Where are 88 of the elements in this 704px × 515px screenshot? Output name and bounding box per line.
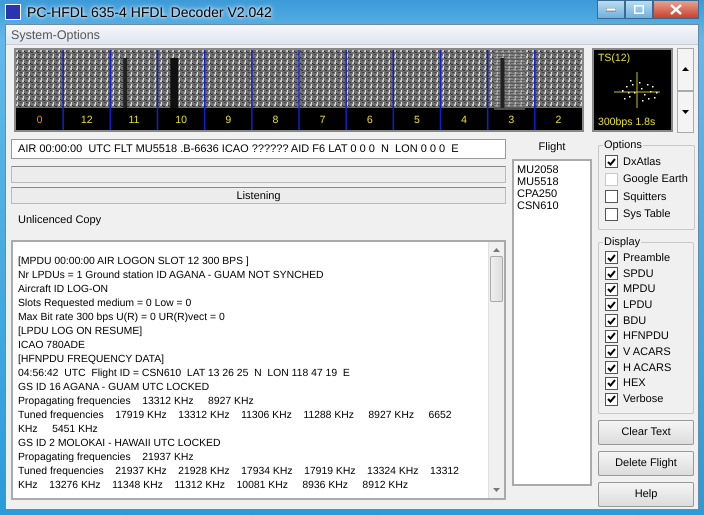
- action-button[interactable]: Delete Flight: [598, 450, 694, 476]
- checkbox-label: Preamble: [623, 252, 670, 264]
- up-arrow-icon: [493, 248, 500, 252]
- flight-heading: Flight: [538, 141, 566, 153]
- check-icon: [607, 158, 616, 166]
- log-line: ICAO 780ADE: [18, 339, 86, 353]
- scope-footer: 300bps 1.8s: [598, 116, 656, 128]
- close-button[interactable]: [653, 0, 699, 19]
- log-line: GS ID 2 MOLOKAI - HAWAII UTC LOCKED: [18, 437, 222, 451]
- menu-item[interactable]: System-Options: [11, 28, 100, 42]
- log-line: [MPDU 00:00:00 AIR LOGON SLOT 12 300 BPS ]: [18, 255, 250, 269]
- minimize-icon: [606, 8, 616, 12]
- slot-number: 0: [36, 114, 42, 126]
- checkbox-label: BDU: [623, 314, 646, 327]
- action-button[interactable]: Clear Text: [598, 420, 694, 445]
- flight-item[interactable]: CSN610: [517, 200, 587, 212]
- checkbox-label: SPDU: [623, 268, 654, 280]
- group-title: Display: [603, 236, 642, 248]
- log-line: [HFNPDU FREQUENCY DATA]: [18, 353, 166, 367]
- action-button[interactable]: Help: [598, 482, 694, 507]
- group-title: Options: [603, 139, 643, 151]
- log-line: Propagating frequencies 13312 KHz 8927 KHz: [18, 395, 255, 409]
- checkbox[interactable]: [605, 267, 618, 280]
- checkbox[interactable]: [605, 376, 618, 390]
- message-field[interactable]: AIR 00:00:00 UTC FLT MU5518 .B-6636 ICAO ?????? AID F6 LAT 0 0 0 N LON 0 0 0 E: [11, 139, 506, 159]
- checkbox[interactable]: [605, 251, 618, 264]
- close-icon: [670, 4, 682, 15]
- checkbox[interactable]: [605, 208, 618, 221]
- checkbox-label: DxAtlas: [623, 156, 661, 168]
- scrollbar-thumb[interactable]: [490, 256, 503, 302]
- slot-number: 2: [556, 114, 562, 126]
- checkbox[interactable]: [605, 392, 618, 406]
- log-line: Nr LPDUs = 1 Ground station ID AGANA - GUAM NOT SYNCHED: [18, 269, 325, 283]
- slot-number: 6: [366, 114, 373, 126]
- scope-title: TS(12): [598, 52, 630, 64]
- checkbox-label: Google Earth: [623, 173, 688, 186]
- checkbox-label: Verbose: [623, 393, 664, 406]
- minimize-button[interactable]: [597, 0, 625, 19]
- slot-number: 12: [80, 114, 93, 126]
- down-arrow-icon: [493, 488, 500, 492]
- constellation-drawing: [614, 72, 660, 108]
- maximize-button[interactable]: [625, 0, 653, 19]
- checkbox[interactable]: [605, 155, 618, 168]
- checkbox[interactable]: [605, 282, 618, 296]
- log-line: GS ID 16 AGANA - GUAM UTC LOCKED: [18, 381, 210, 395]
- checkbox-label: LPDU: [623, 298, 652, 311]
- licence-label: Unlicenced Copy: [17, 213, 102, 228]
- checkbox[interactable]: [605, 345, 618, 358]
- log-line: Slots Requested medium = 0 Low = 0: [18, 297, 192, 311]
- checkbox-label: HFNPDU: [623, 330, 669, 342]
- scrollbar[interactable]: [488, 242, 504, 498]
- slot-number: 4: [461, 114, 467, 126]
- slot-number: 7: [320, 114, 326, 126]
- status-bar: Listening: [11, 187, 506, 204]
- log-line: Tuned frequencies 21937 KHz 21928 KHz 17934 KHz 17919 KHz 13324 KHz 13312: [18, 465, 460, 479]
- checkbox-label: HEX: [623, 377, 646, 390]
- checkbox[interactable]: [605, 298, 618, 312]
- checkbox-label: H ACARS: [623, 362, 672, 374]
- checkbox[interactable]: [605, 361, 618, 374]
- log-line: Max Bit rate 300 bps U(R) = 0 UR(R)vect = 0: [18, 311, 226, 325]
- log-line: Propagating frequencies 21937 KHz: [18, 451, 195, 465]
- slot-number: 9: [225, 114, 232, 126]
- log-line: KHz 5451 KHz: [18, 423, 99, 437]
- log-line: [LPDU LOG ON RESUME]: [18, 325, 144, 339]
- flight-item[interactable]: MU2058: [517, 164, 587, 176]
- log-line: Tuned frequencies 17919 KHz 13312 KHz 11306 KHz 11288 KHz 8927 KHz 6652: [18, 409, 453, 423]
- slot-number: 5: [414, 114, 420, 126]
- slot-number: 3: [508, 114, 514, 126]
- checkbox[interactable]: [605, 314, 618, 328]
- checkbox-label: Squitters: [623, 190, 666, 203]
- flight-item[interactable]: CPA250: [517, 188, 587, 200]
- flight-item[interactable]: MU5518: [517, 176, 587, 188]
- slot-number: 8: [272, 114, 278, 126]
- log-line: 04:56:42 UTC Flight ID = CSN610 LAT 13 26 25 N LON 118 47 19 E: [18, 367, 351, 381]
- log-line: KHz 13276 KHz 11348 KHz 11312 KHz 10081 KHz 8936 KHz 8912 KHz: [18, 479, 410, 493]
- up-arrow-icon: [682, 67, 690, 72]
- maximize-icon: [634, 5, 644, 14]
- checkbox-label: V ACARS: [623, 346, 671, 358]
- slot-number: 10: [175, 114, 187, 126]
- log-line: Aircraft ID LOG-ON: [18, 283, 110, 297]
- down-arrow-icon: [682, 110, 690, 114]
- checkbox-label: Sys Table: [623, 208, 670, 220]
- slot-number: 11: [128, 114, 140, 126]
- window-title: PC-HFDL 635-4 HFDL Decoder V2.042: [27, 4, 272, 20]
- checkbox-label: MPDU: [623, 283, 656, 296]
- checkbox[interactable]: [605, 190, 618, 204]
- checkbox[interactable]: [605, 330, 618, 343]
- app-icon: [5, 4, 21, 20]
